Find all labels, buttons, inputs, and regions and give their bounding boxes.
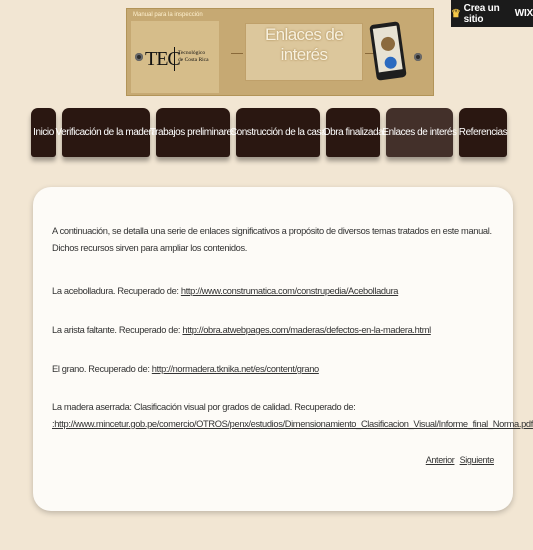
tablet-icon [369, 21, 407, 81]
next-link[interactable]: Siguiente [460, 455, 495, 465]
nav-item-trabajos[interactable]: Trabajos preliminares [150, 108, 237, 157]
manual-label: Manual para la inspección [133, 12, 203, 18]
bolt-icon [414, 53, 422, 61]
wix-badge-label: Crea un sitio [463, 2, 500, 25]
nav-item-enlaces[interactable]: Enlaces de interés [382, 108, 457, 157]
intro-text: A continuación, se detalla una serie de … [52, 226, 492, 253]
nav-item-referencias[interactable]: Referencias [459, 108, 508, 157]
nav-item-construccion[interactable]: Construcción de la casa [230, 108, 327, 157]
header-banner: Manual para la inspección TEC Tecnológic… [126, 8, 434, 96]
pagination: Anterior Siguiente [423, 455, 495, 465]
content-card: A continuación, se detalla una serie de … [33, 187, 533, 511]
title-divider-left [231, 53, 243, 54]
reference-item: La madera aserrada: Clasificación visual… [52, 402, 533, 429]
crown-icon: ♛ [451, 8, 461, 20]
reference-item: La arista faltante. Recuperado de: http:… [52, 325, 431, 335]
nav-item-inicio[interactable]: Inicio [31, 108, 56, 157]
logo-divider [174, 47, 175, 71]
tec-logo-sub: Tecnológico de Costa Rica [178, 50, 209, 63]
reference-link[interactable]: http://normadera.tknika.net/es/content/g… [152, 364, 319, 374]
main-nav: Inicio Verificación de la madera Trabajo… [31, 108, 508, 157]
reference-item: El grano. Recuperado de: http://normader… [52, 364, 319, 374]
wix-create-site-badge[interactable]: ♛ Crea un sitio WIX [451, 0, 533, 27]
bolt-icon [135, 53, 143, 61]
nav-item-verificacion[interactable]: Verificación de la madera [55, 108, 157, 157]
reference-item: La acebolladura. Recuperado de: http://w… [52, 286, 399, 296]
reference-link[interactable]: http://obra.atwebpages.com/maderas/defec… [182, 325, 431, 335]
page-title: Enlaces de interés [264, 25, 344, 64]
nav-item-obra-finalizada[interactable]: Obra finalizada [323, 108, 384, 157]
previous-link[interactable]: Anterior [426, 455, 455, 465]
wix-brand: WIX [514, 8, 533, 19]
reference-link[interactable]: :http://www.mincetur.gob.pe/comercio/OTR… [52, 419, 533, 429]
reference-link[interactable]: http://www.construmatica.com/construpedi… [181, 286, 399, 296]
